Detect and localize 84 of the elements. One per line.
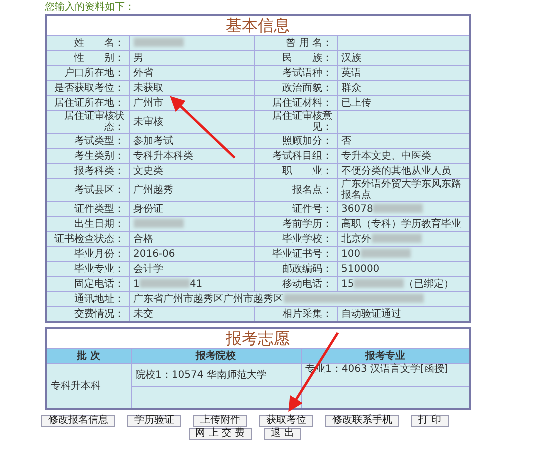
field-label: 毕业专业： [46,262,129,276]
value-text: 未交 [134,308,154,320]
section-title: 报考志愿 [46,328,470,348]
field-label: 考试科目组： [254,148,337,164]
field-label: 性 别： [46,50,129,66]
field-label: 报考科类： [46,164,129,178]
value-text: 专升本文史、中医类 [342,150,432,162]
school-cell: 院校1：10574 华南师范大学 [131,364,301,386]
value-text: 510000 [342,264,380,274]
field-label: 民 族： [254,50,337,66]
field-label: 证件号： [254,202,337,216]
value-text: 参加考试 [134,136,174,146]
field-label: 通讯地址： [46,292,129,306]
intro-text: 您输入的资料如下： [45,2,136,14]
value-text: 100 [342,248,361,260]
value-text: 外省 [134,68,154,78]
value-text: 未获取 [134,82,164,94]
field-label: 报名点： [254,178,337,202]
value-text: 15 [342,278,354,290]
field-label: 居住证材料： [254,96,337,110]
action-button[interactable]: 学历验证 [127,415,182,427]
value-text: 专科升本科类 [134,150,194,162]
field-label: 姓 名： [46,36,129,50]
value-text: 广东省广州市越秀区广州市越秀区 [134,294,284,304]
field-label: 职 业： [254,164,337,178]
field-label: 相片采集： [254,306,337,322]
value-text: 不便分类的其他从业人员 [342,166,452,176]
value-text: 自动验证通过 [342,308,402,320]
field-label: 考前学历： [254,216,337,232]
value-text: 会计学 [134,264,164,274]
field-label: 考生类别： [46,148,129,164]
field-label: 出生日期： [46,216,129,232]
value-text: 高职（专科）学历教育毕业 [342,218,462,230]
batch-cell: 专科升本科 [46,364,131,409]
column-header: 报考专业 [301,348,470,364]
value-text: 汉族 [342,52,362,64]
value-text: 未审核 [134,116,164,128]
value-text: 1 [134,278,140,290]
field-label: 政治面貌： [254,80,337,96]
field-label: 户口所在地： [46,66,129,80]
value-text: 否 [342,136,352,146]
field-label: 证书检查状态： [46,232,129,246]
value-text: 广东外语外贸大学东风东路报名点 [342,179,462,201]
value-text: 41 [190,278,203,290]
field-label: 考试语种： [254,66,337,80]
value-text: 广州市 [134,98,164,108]
field-label: 交费情况： [46,306,129,322]
field-label: 居住证审核意见： [254,110,337,134]
value-text: 2016-06 [134,248,176,260]
field-label: 居住证审核状态： [46,110,129,134]
field-label: 考试县区： [46,178,129,202]
action-button[interactable]: 退 出 [264,428,302,440]
value-text: 文史类 [134,166,164,176]
field-label: 毕业学校： [254,232,337,246]
field-label: 证件类型： [46,202,129,216]
value-text: 英语 [342,68,362,78]
field-label: 曾 用 名： [254,36,337,50]
field-label: 毕业月份： [46,246,129,262]
value-text: 身份证 [134,204,164,214]
value-text: 北京外 [342,234,372,244]
action-button[interactable]: 获取考位 [259,415,314,427]
value-text: 已上传 [342,98,372,108]
action-button[interactable]: 上传附件 [193,415,248,427]
value-text: 合格 [134,234,154,244]
field-label: 邮政编码： [254,262,337,276]
field-label: 是否获取考位： [46,80,129,96]
action-button[interactable]: 修改报名信息 [41,415,116,427]
action-button[interactable]: 修改联系手机 [325,415,400,427]
value-text: 36078 [342,204,374,214]
field-label: 移动电话： [254,276,337,292]
field-label: 照顾加分： [254,134,337,148]
field-label: 毕业证书号： [254,246,337,262]
column-header: 批 次 [46,348,131,364]
field-label: 居住证所在地： [46,96,129,110]
action-button[interactable]: 网 上 交 费 [188,428,252,440]
value-text: 群众 [342,82,362,94]
column-header: 报考院校 [131,348,301,364]
field-label: 考试类型： [46,134,129,148]
section-title: 基本信息 [46,15,470,36]
value-text: （已绑定） [404,278,454,290]
action-button[interactable]: 打 印 [411,415,449,427]
value-text: 广州越秀 [134,184,174,196]
field-label: 固定电话： [46,276,129,292]
value-text: 男 [134,52,144,64]
